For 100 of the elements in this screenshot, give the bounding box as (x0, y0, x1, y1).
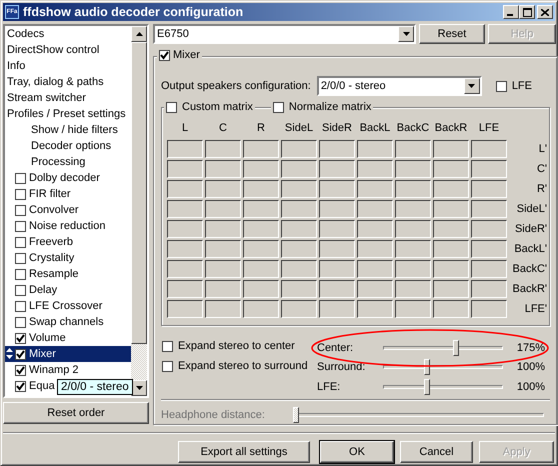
matrix-field[interactable] (243, 240, 279, 258)
matrix-field[interactable] (471, 160, 507, 178)
matrix-field[interactable] (243, 300, 279, 318)
matrix-field[interactable] (243, 180, 279, 198)
matrix-field[interactable] (281, 220, 317, 238)
matrix-field[interactable] (243, 160, 279, 178)
scroll-thumb[interactable] (131, 42, 147, 344)
mixer-checkbox[interactable]: Mixer (157, 49, 202, 61)
level-slider[interactable] (383, 359, 503, 376)
matrix-field[interactable] (167, 180, 203, 198)
matrix-field[interactable] (319, 140, 355, 158)
list-item[interactable]: Freeverb (5, 234, 131, 250)
matrix-field[interactable] (319, 220, 355, 238)
list-item[interactable]: Swap channels (5, 314, 131, 330)
matrix-field[interactable] (471, 280, 507, 298)
checkbox[interactable] (15, 252, 26, 264)
matrix-field[interactable] (319, 300, 355, 318)
slider-thumb[interactable] (452, 340, 459, 356)
matrix-field[interactable] (319, 180, 355, 198)
matrix-field[interactable] (167, 260, 203, 278)
matrix-field[interactable] (167, 220, 203, 238)
minimize-button[interactable] (503, 5, 519, 19)
matrix-field[interactable] (471, 300, 507, 318)
checkbox[interactable] (15, 348, 26, 360)
matrix-field[interactable] (281, 300, 317, 318)
checkbox[interactable] (15, 380, 26, 392)
list-item[interactable]: Noise reduction (5, 218, 131, 234)
matrix-field[interactable] (243, 140, 279, 158)
reorder-icon[interactable] (6, 348, 13, 359)
list-item[interactable]: Decoder options (5, 138, 131, 154)
preset-dropdown[interactable]: E6750 (153, 24, 416, 44)
checkbox[interactable] (15, 236, 26, 248)
list-item[interactable]: Crystality (5, 250, 131, 266)
matrix-field[interactable] (433, 260, 469, 278)
matrix-field[interactable] (319, 160, 355, 178)
list-item[interactable]: Mixer (5, 346, 131, 362)
expand-checkbox[interactable]: Expand stereo to center (162, 340, 317, 352)
matrix-field[interactable] (433, 180, 469, 198)
list-item[interactable]: Show / hide filters (5, 122, 131, 138)
matrix-field[interactable] (205, 200, 241, 218)
matrix-field[interactable] (395, 300, 431, 318)
list-item[interactable]: Dolby decoder (5, 170, 131, 186)
matrix-field[interactable] (281, 160, 317, 178)
matrix-field[interactable] (395, 140, 431, 158)
dialog-button[interactable]: OK (320, 441, 394, 463)
scroll-up-button[interactable] (131, 26, 147, 42)
matrix-field[interactable] (281, 260, 317, 278)
custom-matrix-checkbox[interactable]: Custom matrix (164, 101, 255, 113)
slider-thumb[interactable] (424, 378, 430, 395)
matrix-field[interactable] (357, 300, 393, 318)
level-slider[interactable] (383, 378, 503, 395)
matrix-field[interactable] (319, 260, 355, 278)
matrix-field[interactable] (395, 280, 431, 298)
matrix-field[interactable] (243, 200, 279, 218)
matrix-field[interactable] (357, 240, 393, 258)
dialog-button[interactable]: Cancel (400, 441, 473, 463)
toolbar-button[interactable]: Reset (419, 24, 485, 44)
matrix-field[interactable] (357, 260, 393, 278)
matrix-field[interactable] (243, 260, 279, 278)
list-item[interactable]: Resample (5, 266, 131, 282)
matrix-field[interactable] (471, 240, 507, 258)
matrix-field[interactable] (281, 180, 317, 198)
list-item[interactable]: Codecs (5, 26, 131, 42)
list-item[interactable]: Profiles / Preset settings (5, 106, 131, 122)
matrix-field[interactable] (357, 280, 393, 298)
matrix-field[interactable] (167, 300, 203, 318)
matrix-field[interactable] (433, 160, 469, 178)
close-button[interactable] (537, 5, 553, 19)
matrix-field[interactable] (319, 240, 355, 258)
matrix-field[interactable] (357, 160, 393, 178)
matrix-field[interactable] (395, 220, 431, 238)
matrix-field[interactable] (167, 280, 203, 298)
matrix-field[interactable] (167, 200, 203, 218)
level-slider[interactable] (383, 340, 503, 356)
matrix-field[interactable] (281, 280, 317, 298)
matrix-field[interactable] (433, 300, 469, 318)
matrix-field[interactable] (395, 200, 431, 218)
list-item[interactable]: Convolver (5, 202, 131, 218)
maximize-button[interactable] (519, 5, 535, 19)
checkbox[interactable] (15, 284, 26, 296)
list-item[interactable]: Tray, dialog & paths (5, 74, 131, 90)
matrix-field[interactable] (471, 260, 507, 278)
matrix-field[interactable] (433, 200, 469, 218)
matrix-field[interactable] (167, 160, 203, 178)
headphone-slider[interactable] (293, 407, 544, 423)
matrix-field[interactable] (357, 180, 393, 198)
matrix-field[interactable] (205, 180, 241, 198)
expand-checkbox[interactable]: Expand stereo to surround (162, 360, 317, 372)
checkbox[interactable] (15, 188, 26, 200)
list-item[interactable]: FIR filter (5, 186, 131, 202)
matrix-field[interactable] (205, 280, 241, 298)
matrix-field[interactable] (395, 180, 431, 198)
matrix-field[interactable] (205, 300, 241, 318)
list-item[interactable]: Stream switcher (5, 90, 131, 106)
matrix-field[interactable] (395, 240, 431, 258)
matrix-field[interactable] (471, 140, 507, 158)
matrix-field[interactable] (281, 240, 317, 258)
checkbox[interactable] (15, 300, 26, 312)
matrix-field[interactable] (357, 140, 393, 158)
matrix-field[interactable] (319, 280, 355, 298)
